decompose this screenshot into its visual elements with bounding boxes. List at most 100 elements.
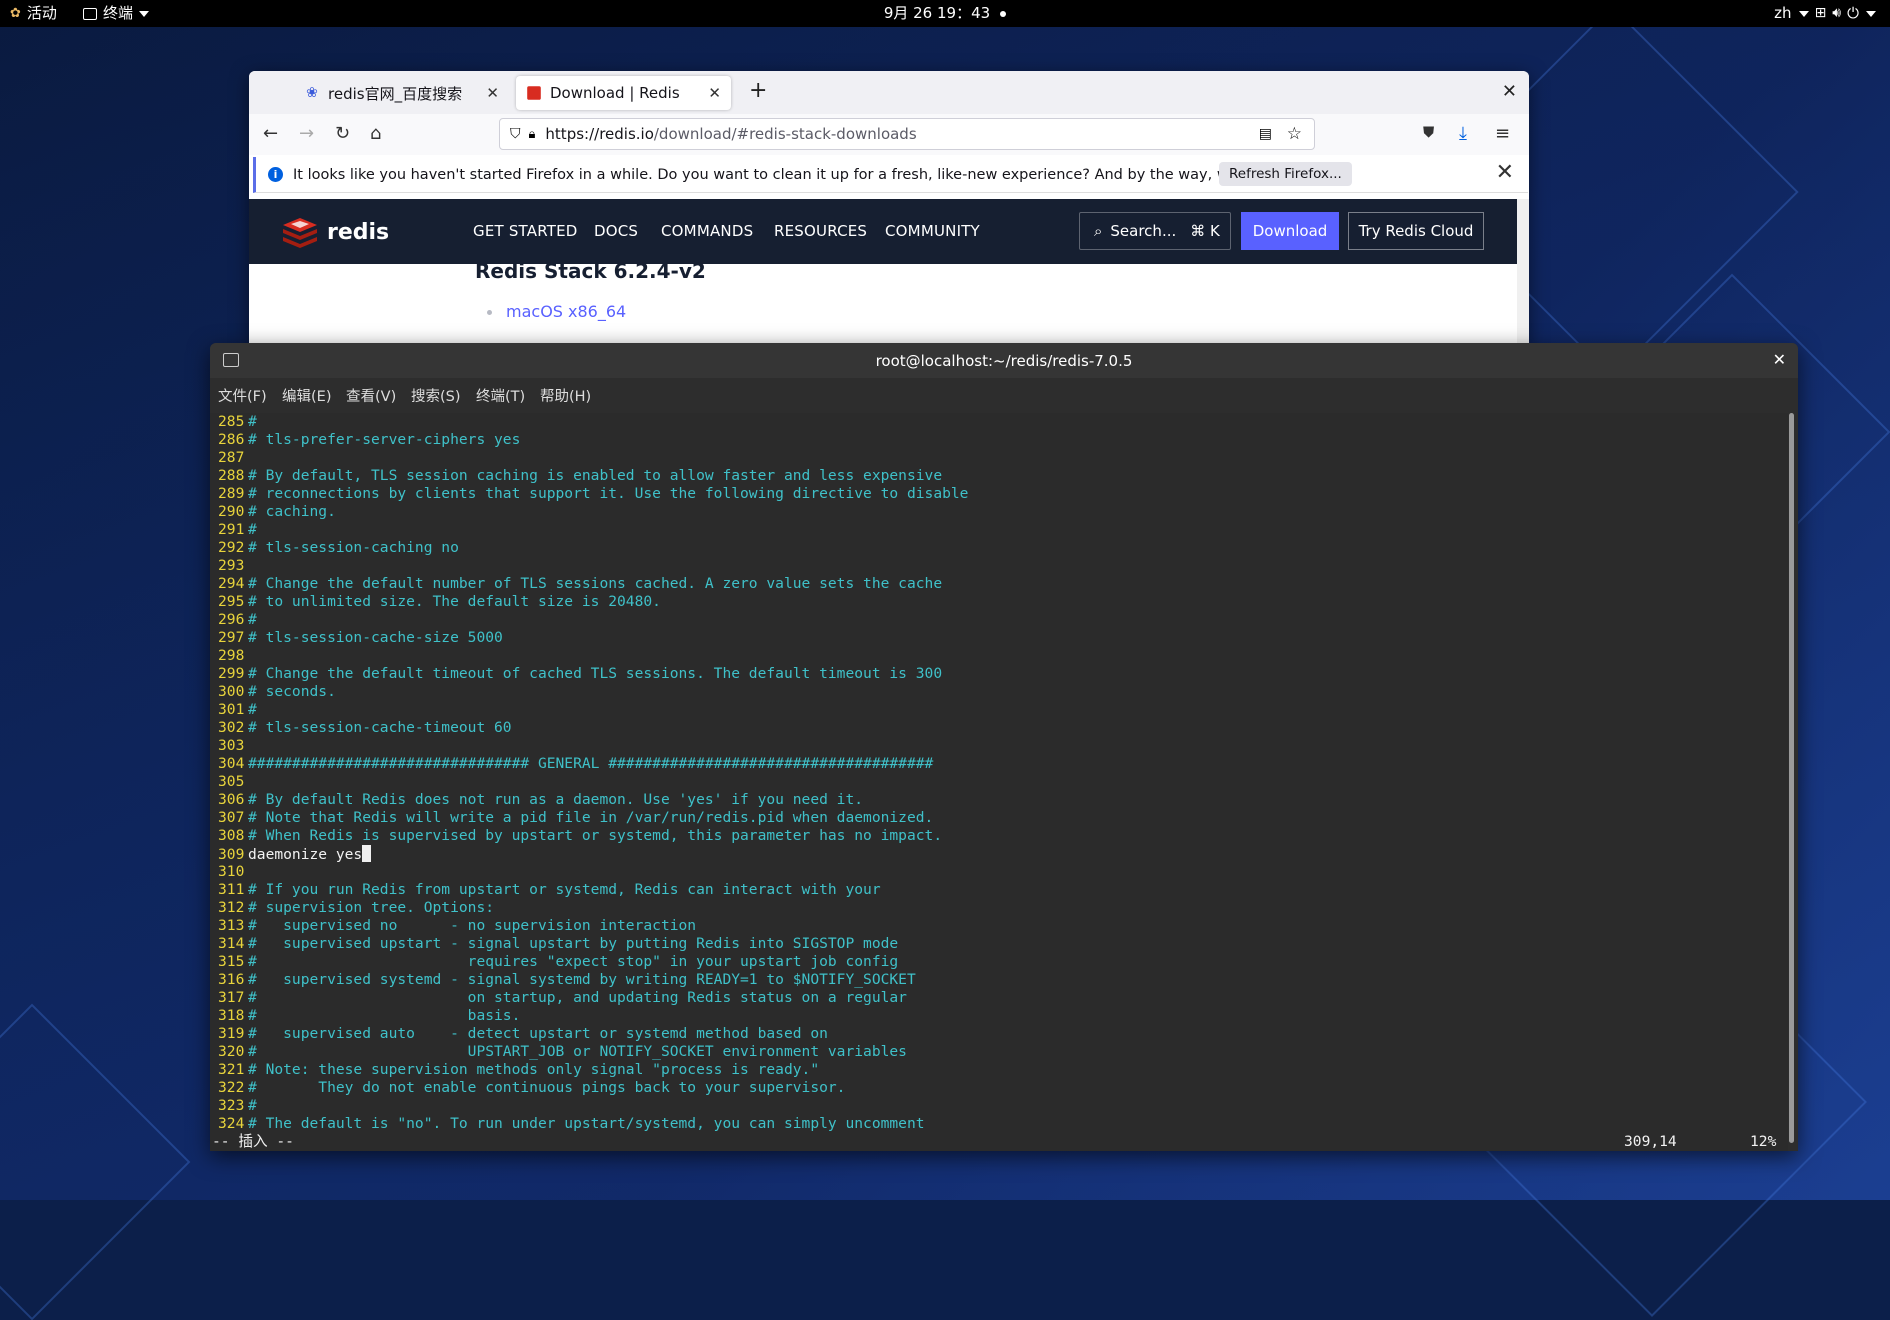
menu-help[interactable]: 帮助(H) bbox=[540, 385, 591, 406]
site-search-button[interactable]: ⌕ Search... ⌘ K bbox=[1079, 212, 1231, 250]
reader-view-icon[interactable]: ▤ bbox=[1259, 126, 1272, 142]
line-number: 290 bbox=[218, 503, 245, 520]
code-line: 287 bbox=[218, 449, 248, 467]
menu-edit[interactable]: 编辑(E) bbox=[282, 385, 331, 406]
logo-text: redis bbox=[327, 219, 390, 245]
close-icon[interactable]: ✕ bbox=[1773, 350, 1786, 369]
line-number: 295 bbox=[218, 593, 245, 610]
menu-file[interactable]: 文件(F) bbox=[218, 385, 267, 406]
clock[interactable]: 9月 26 19：43 bbox=[0, 0, 1890, 27]
notification-dot-icon bbox=[1000, 10, 1007, 17]
terminal-titlebar[interactable]: root@localhost:~/redis/redis-7.0.5 ✕ bbox=[210, 343, 1798, 378]
line-number: 302 bbox=[218, 719, 245, 736]
line-number: 291 bbox=[218, 521, 245, 538]
line-number: 319 bbox=[218, 1025, 245, 1042]
page-scrollbar[interactable] bbox=[1517, 199, 1529, 345]
menu-search[interactable]: 搜索(S) bbox=[411, 385, 461, 406]
comment-text: # They do not enable continuous pings ba… bbox=[248, 1079, 846, 1096]
line-number: 309 bbox=[218, 846, 245, 863]
refresh-firefox-button[interactable]: Refresh Firefox... bbox=[1219, 162, 1352, 186]
url-bar[interactable]: ⛉ 🔒︎ https://redis.io/download/#redis-st… bbox=[499, 118, 1315, 150]
code-line: 292 # tls-session-caching no bbox=[218, 539, 459, 557]
downloads-icon[interactable]: ⤓ bbox=[1459, 123, 1467, 144]
comment-text: # Change the default timeout of cached T… bbox=[248, 665, 943, 682]
comment-text: # supervision tree. Options: bbox=[248, 899, 495, 916]
comment-text: # tls-session-caching no bbox=[248, 539, 459, 556]
comment-text: # When Redis is supervised by upstart or… bbox=[248, 827, 943, 844]
url-host: https://redis.io bbox=[545, 125, 654, 143]
line-number: 322 bbox=[218, 1079, 245, 1096]
menu-terminal[interactable]: 终端(T) bbox=[476, 385, 525, 406]
bookmark-star-icon[interactable]: ☆ bbox=[1287, 124, 1302, 144]
shield-icon[interactable]: ⛉ bbox=[510, 126, 521, 142]
network-icon[interactable]: ⊞ bbox=[1815, 0, 1827, 27]
vim-status-line: -- 插入 -- 309,14 12% bbox=[210, 1133, 1788, 1151]
line-number: 299 bbox=[218, 665, 245, 682]
download-link-macos[interactable]: macOS x86_64 bbox=[506, 302, 626, 321]
comment-text: # requires "expect stop" in your upstart… bbox=[248, 953, 899, 970]
menu-view[interactable]: 查看(V) bbox=[346, 385, 396, 406]
nav-community[interactable]: COMMUNITY bbox=[885, 222, 980, 240]
line-number: 321 bbox=[218, 1061, 245, 1078]
code-line: 319 # supervised auto - detect upstart or… bbox=[218, 1025, 828, 1043]
comment-text: # on startup, and updating Redis status … bbox=[248, 989, 907, 1006]
line-number: 300 bbox=[218, 683, 245, 700]
try-redis-cloud-button[interactable]: Try Redis Cloud bbox=[1348, 212, 1484, 250]
volume-icon[interactable]: 🔊︎ bbox=[1832, 0, 1841, 27]
code-line: 322 # They do not enable continuous pings… bbox=[218, 1079, 845, 1097]
code-line: 299 # Change the default timeout of cache… bbox=[218, 665, 942, 683]
home-icon[interactable]: ⌂ bbox=[370, 123, 381, 144]
nav-get-started[interactable]: GET STARTED bbox=[473, 222, 578, 240]
new-tab-button[interactable]: + bbox=[749, 78, 767, 103]
notification-text: It looks like you haven't started Firefo… bbox=[293, 166, 1327, 183]
lock-icon[interactable]: 🔒︎ bbox=[529, 127, 536, 142]
cursor-position: 309,14 bbox=[1624, 1133, 1677, 1150]
terminal-scrollbar[interactable] bbox=[1789, 413, 1794, 1143]
forward-icon[interactable]: → bbox=[299, 123, 314, 144]
code-line: 311 # If you run Redis from upstart or sy… bbox=[218, 881, 881, 899]
code-line: 315 # requires "expect stop" in your upst… bbox=[218, 953, 898, 971]
code-line: 305 bbox=[218, 773, 248, 791]
tab-label: Download | Redis bbox=[550, 84, 680, 102]
back-icon[interactable]: ← bbox=[263, 123, 278, 144]
line-number: 323 bbox=[218, 1097, 245, 1114]
nav-resources[interactable]: RESOURCES bbox=[774, 222, 867, 240]
hamburger-menu-icon[interactable]: ≡ bbox=[1495, 123, 1510, 144]
comment-text: ################################ GENERAL… bbox=[248, 755, 934, 772]
code-line: 316 # supervised systemd - signal systemd… bbox=[218, 971, 916, 989]
nav-docs[interactable]: DOCS bbox=[594, 222, 638, 240]
input-method[interactable]: zh bbox=[1774, 0, 1809, 27]
tab-baidu-search[interactable]: ❀ redis官网_百度搜索 ✕ bbox=[294, 76, 509, 110]
code-line: 285 # bbox=[218, 413, 257, 431]
code-line: 317 # on startup, and updating Redis stat… bbox=[218, 989, 907, 1007]
wallpaper-shape bbox=[0, 1003, 191, 1320]
comment-text: # reconnections by clients that support … bbox=[248, 485, 969, 502]
comment-text: # supervised auto - detect upstart or sy… bbox=[248, 1025, 828, 1042]
window-close-button[interactable]: ✕ bbox=[1502, 81, 1517, 102]
line-number: 305 bbox=[218, 773, 245, 790]
code-line: 310 bbox=[218, 863, 248, 881]
close-tab-icon[interactable]: ✕ bbox=[486, 84, 499, 102]
code-line: 303 bbox=[218, 737, 248, 755]
close-icon[interactable]: ✕ bbox=[1496, 160, 1514, 185]
redis-logo[interactable]: redis bbox=[281, 216, 389, 248]
comment-text: # bbox=[248, 413, 257, 430]
line-number: 317 bbox=[218, 989, 245, 1006]
tab-download-redis[interactable]: Download | Redis ✕ bbox=[516, 76, 731, 110]
nav-commands[interactable]: COMMANDS bbox=[661, 222, 753, 240]
reload-icon[interactable]: ↻ bbox=[335, 123, 350, 144]
comment-text: # The default is "no". To run under upst… bbox=[248, 1115, 925, 1132]
line-number: 288 bbox=[218, 467, 245, 484]
firefox-window: ❀ redis官网_百度搜索 ✕ Download | Redis ✕ + ✕ … bbox=[249, 71, 1529, 345]
system-tray[interactable]: zh ⊞ 🔊︎ ⏻ bbox=[1774, 0, 1876, 27]
line-number: 313 bbox=[218, 917, 245, 934]
close-tab-icon[interactable]: ✕ bbox=[708, 84, 721, 102]
search-label: Search... bbox=[1110, 222, 1177, 240]
line-number: 301 bbox=[218, 701, 245, 718]
pocket-icon[interactable]: ⛊ bbox=[1423, 123, 1434, 141]
vim-editor-area[interactable]: -- 插入 -- 309,14 12% 285 #286 # tls-prefer-… bbox=[210, 413, 1788, 1151]
notification-bar: i It looks like you haven't started Fire… bbox=[253, 157, 1528, 193]
power-icon[interactable]: ⏻ bbox=[1847, 0, 1876, 27]
terminal-icon bbox=[223, 353, 239, 367]
download-button[interactable]: Download bbox=[1241, 212, 1339, 250]
